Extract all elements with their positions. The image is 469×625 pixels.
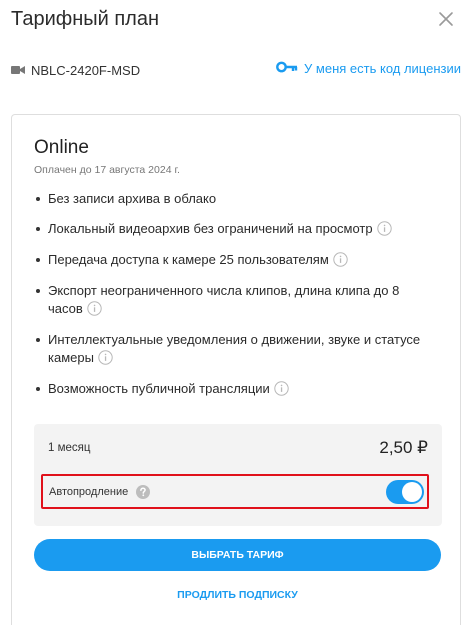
info-icon[interactable] [376, 221, 392, 236]
info-icon[interactable] [333, 252, 348, 267]
license-code-link[interactable]: У меня есть код лицензии [276, 61, 461, 76]
license-link-label: У меня есть код лицензии [304, 61, 461, 76]
paid-until: Оплачен до 17 августа 2024 г. [34, 164, 180, 176]
billing-period: 1 месяц [48, 442, 91, 454]
feature-text: Локальный видеоархив без ограничений на … [48, 221, 373, 236]
extend-subscription-link[interactable]: ПРОДЛИТЬ ПОДПИСКУ [34, 589, 441, 601]
info-icon[interactable] [274, 381, 289, 396]
feature-list: Без записи архива в облако Локальный вид… [34, 190, 434, 398]
plan-name: Online [34, 137, 89, 158]
feature-item: Экспорт неограниченного числа клипов, дл… [34, 282, 434, 318]
feature-text: Передача доступа к камере 25 пользовател… [48, 252, 329, 267]
toggle-knob [402, 482, 422, 502]
feature-item: Возможность публичной трансляции [34, 380, 434, 398]
info-icon[interactable] [87, 301, 102, 316]
device-info: NBLC-2420F-MSD [11, 62, 140, 78]
question-icon[interactable] [136, 485, 150, 499]
close-icon[interactable] [437, 10, 455, 28]
plan-price: 2,50 ₽ [379, 438, 428, 457]
choose-plan-button[interactable]: ВЫБРАТЬ ТАРИФ [34, 539, 441, 571]
autorenew-toggle[interactable] [386, 480, 424, 504]
feature-item: Локальный видеоархив без ограничений на … [34, 220, 434, 238]
feature-item: Без записи архива в облако [34, 190, 434, 208]
info-icon[interactable] [98, 350, 113, 365]
dialog-title: Тарифный план [11, 8, 160, 30]
feature-text: Без записи архива в облако [48, 191, 217, 206]
tariff-plan-dialog: Тарифный план NBLC-2420F-MSD У меня есть… [0, 0, 469, 625]
feature-item: Интеллектуальные уведомления о движении,… [34, 331, 434, 367]
camera-icon [11, 63, 25, 78]
feature-item: Передача доступа к камере 25 пользовател… [34, 251, 434, 269]
autorenew-row: Автопродление [41, 474, 429, 509]
device-name: NBLC-2420F-MSD [31, 62, 141, 78]
autorenew-label: Автопродление [49, 486, 129, 498]
key-icon [276, 61, 298, 76]
plan-card: Online Оплачен до 17 августа 2024 г. Без… [11, 114, 461, 625]
feature-text: Возможность публичной трансляции [48, 381, 270, 396]
